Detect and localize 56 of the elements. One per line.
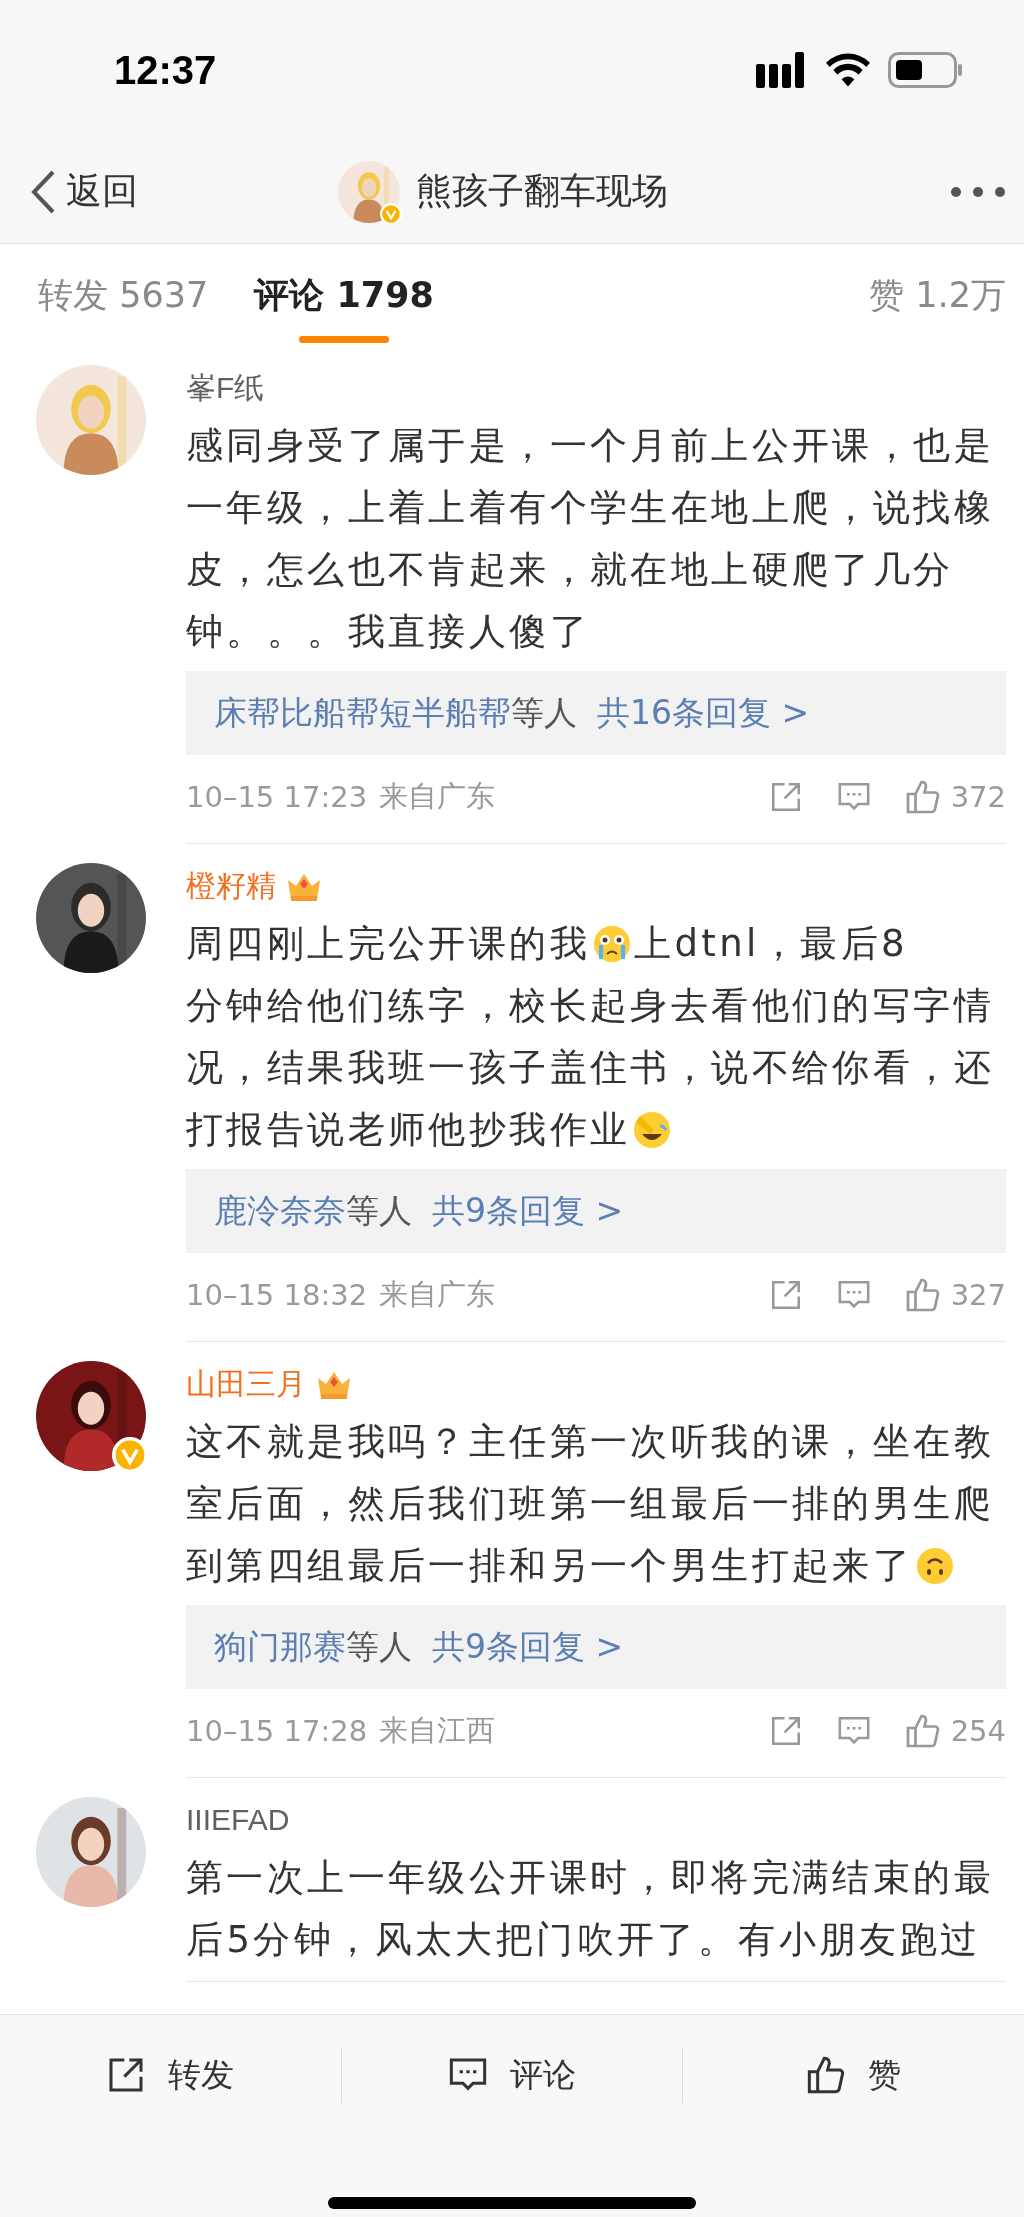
crying-face-icon (592, 924, 632, 964)
comment-text: 一年级，上着上着有个学生在地上爬，说找橡 (186, 485, 994, 531)
user-name[interactable]: 橙籽精 (186, 865, 276, 907)
like-button[interactable]: 254 (904, 1713, 1006, 1749)
comment-text: 室后面，然后我们班第一组最后一排的男生爬 (186, 1481, 994, 1527)
thumbs-up-icon (806, 2055, 847, 2095)
reply-count-link[interactable]: 共9条回复 > (432, 1624, 624, 1670)
thumbs-up-icon (904, 779, 941, 815)
comment-text: 皮，怎么也不肯起来，就在地上硬爬了几分 (186, 547, 954, 593)
reply-suffix: 等人 (346, 1625, 412, 1668)
reply-suffix: 等人 (346, 1189, 412, 1232)
comment-time: 10–15 18:32 (186, 1278, 368, 1312)
more-icon (950, 185, 1006, 198)
wifi-icon (826, 53, 870, 87)
comment-text: 到第四组最后一排和另一个男生打起来了 (186, 1543, 914, 1589)
thumbs-up-icon (904, 1713, 941, 1749)
thumbs-up-icon (904, 1277, 941, 1313)
user-name[interactable]: IIIEFAD (186, 1803, 290, 1837)
reply-user-names[interactable]: 鹿泠奈奈 (214, 1188, 346, 1234)
user-name[interactable]: 山田三月 (186, 1363, 306, 1405)
comment-location: 来自广东 (379, 1276, 496, 1313)
comment-text: 钟。。。我直接人傻了 (186, 609, 590, 655)
comment-text: 分钟给他们练字，校长起身去看他们的写字情 (186, 983, 994, 1029)
user-name[interactable]: 峯F纸 (186, 367, 265, 409)
comment-text: 感同身受了属于是，一个月前上公开课，也是 (186, 423, 994, 469)
comment-text: 上dtnl，最后8 (634, 921, 908, 967)
upside-down-face-icon (915, 1546, 956, 1586)
tab[interactable]: 评论 1798 (254, 244, 434, 346)
battery-icon (888, 52, 964, 88)
reply-user-names[interactable]: 床帮比船帮短半船帮 (214, 690, 511, 736)
laughing-face-icon (632, 1110, 673, 1150)
comment-text: 况，结果我班一孩子盖住书，说不给你看，还 (186, 1045, 994, 1091)
page-title: 熊孩子翻车现场 (416, 169, 668, 213)
status-time: 12:37 (114, 47, 217, 93)
comment-action-button[interactable]: 评论 (340, 2047, 683, 2103)
share-action-button[interactable]: 转发 (0, 2047, 341, 2103)
reply-count-link[interactable]: 共16条回复 > (597, 690, 810, 736)
comment-text: 周四刚上完公开课的我 (186, 921, 590, 967)
like-button[interactable]: 372 (904, 779, 1006, 815)
chevron-left-icon (30, 168, 56, 215)
likes-tab[interactable]: 赞 1.2万 (869, 244, 1006, 346)
like-action-button[interactable]: 赞 (682, 2047, 1024, 2103)
reply-user-names[interactable]: 狗门那赛 (214, 1624, 346, 1670)
comment-time: 10–15 17:23 (186, 780, 368, 814)
comment-location: 来自广东 (379, 778, 496, 815)
back-button[interactable]: 返回 (30, 167, 138, 216)
tab[interactable]: 转发 5637 (38, 244, 209, 346)
comment-text: 打报告说老师他抄我作业 (186, 1107, 631, 1153)
comment-time: 10–15 17:28 (186, 1714, 368, 1748)
comment-text: 后5分钟，风太大把门吹开了。有小朋友跑过 (186, 1917, 981, 1963)
comment-text: 这不就是我吗？主任第一次听我的课，坐在教 (186, 1419, 994, 1465)
reply-suffix: 等人 (511, 691, 577, 734)
comment-text: 第一次上一年级公开课时，即将完满结束的最 (186, 1855, 994, 1901)
reply-count-link[interactable]: 共9条回复 > (432, 1188, 624, 1234)
comment-location: 来自江西 (379, 1712, 496, 1749)
like-button[interactable]: 327 (904, 1277, 1006, 1313)
